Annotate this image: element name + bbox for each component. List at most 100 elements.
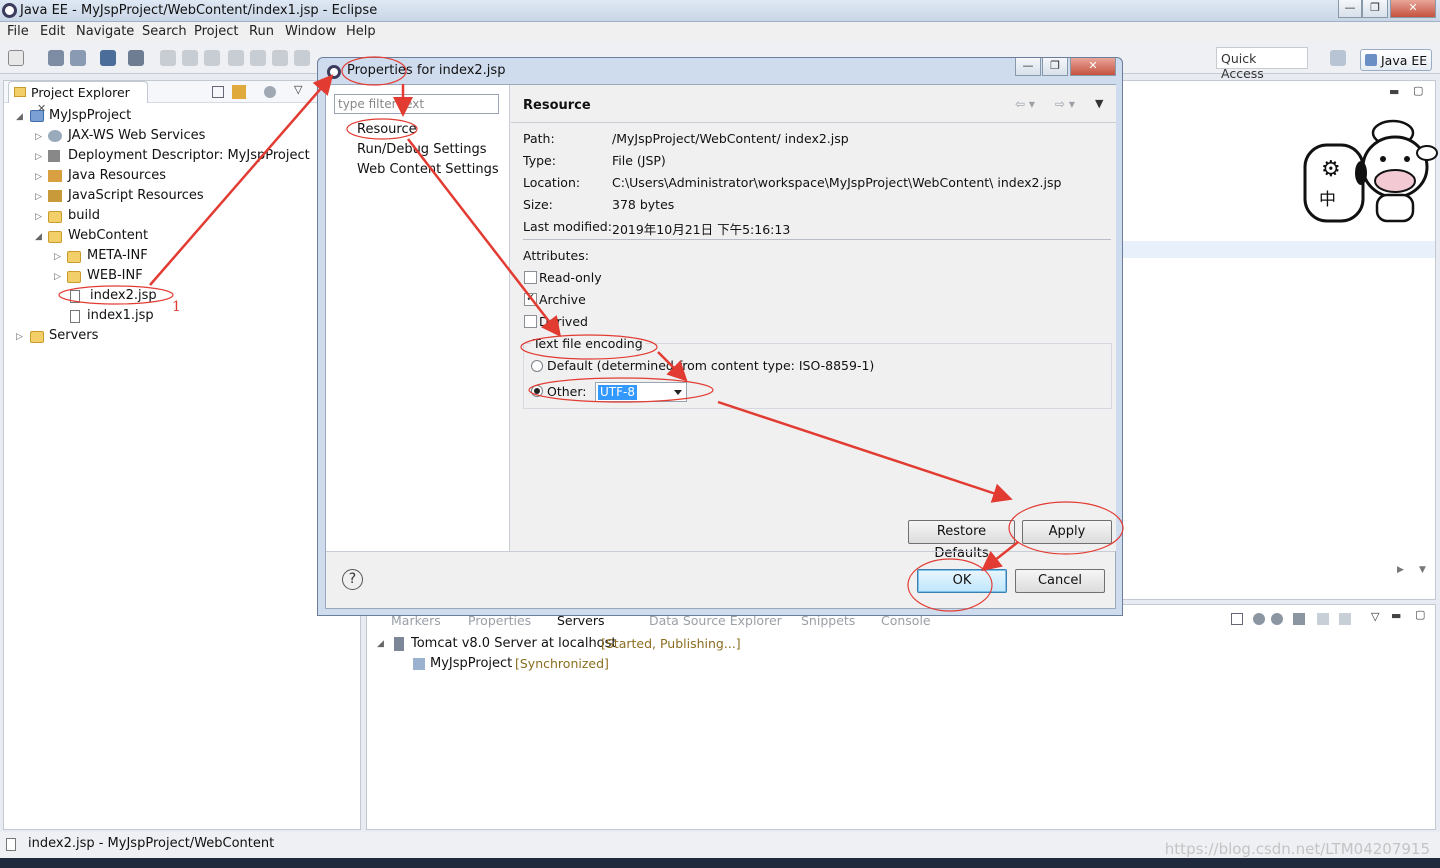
- menu-help[interactable]: Help: [346, 24, 376, 39]
- menu-navigate[interactable]: Navigate: [76, 24, 134, 39]
- tree-item-java-resources[interactable]: Java Resources: [68, 168, 166, 183]
- filter-input[interactable]: type filter text: [334, 94, 499, 114]
- derived-label: Derived: [539, 314, 588, 329]
- tree-item-servers[interactable]: Servers: [49, 328, 98, 343]
- module-icon: [413, 658, 425, 670]
- disconnect-icon[interactable]: [228, 50, 244, 66]
- new-icon[interactable]: [8, 50, 24, 66]
- dialog-maximize-button[interactable]: ❐: [1042, 58, 1068, 76]
- cow-nose: [1374, 169, 1416, 193]
- restore-defaults-button[interactable]: Restore Defaults: [908, 520, 1015, 561]
- cancel-button[interactable]: Cancel: [1015, 569, 1105, 593]
- skip-breakpoints-icon[interactable]: [128, 50, 144, 66]
- profile-server-icon[interactable]: [1293, 613, 1305, 625]
- open-perspective-icon[interactable]: [1330, 50, 1346, 66]
- os-taskbar: [0, 858, 1440, 868]
- step-into-icon[interactable]: [250, 50, 266, 66]
- project-explorer-view: Project Explorer ✕ ▽ ◢ MyJspProject ▷ JA…: [3, 80, 361, 830]
- menu-project[interactable]: Project: [194, 24, 238, 39]
- collapse-arrow-icon[interactable]: ▷: [16, 332, 23, 342]
- minimize-view-icon[interactable]: ▬: [1391, 609, 1401, 622]
- tree-item-build[interactable]: build: [68, 208, 100, 223]
- server-name[interactable]: Tomcat v8.0 Server at localhost: [411, 636, 617, 651]
- expand-arrow-icon[interactable]: ◢: [377, 639, 384, 649]
- scroll-right-icon[interactable]: ▶: [1397, 565, 1404, 575]
- encoding-combo[interactable]: UTF-8: [595, 382, 687, 402]
- menu-search[interactable]: Search: [142, 24, 187, 39]
- debug-server-icon[interactable]: [1253, 613, 1265, 625]
- module-status: [Synchronized]: [515, 656, 609, 671]
- chevron-down-icon[interactable]: ▽: [294, 83, 302, 96]
- collapse-arrow-icon[interactable]: ▷: [54, 272, 61, 282]
- tree-item-javascript-resources[interactable]: JavaScript Resources: [68, 188, 204, 203]
- suspend-icon[interactable]: [182, 50, 198, 66]
- minimize-view-icon[interactable]: ▬: [1389, 85, 1399, 98]
- scroll-down-icon[interactable]: ▼: [1419, 565, 1426, 575]
- view-menu-icon[interactable]: [264, 86, 276, 98]
- page-heading: Resource: [523, 98, 591, 113]
- quick-access-field[interactable]: Quick Access: [1216, 47, 1308, 81]
- tab-project-explorer[interactable]: Project Explorer ✕: [8, 81, 148, 115]
- console-icon[interactable]: [100, 50, 116, 66]
- collapse-arrow-icon[interactable]: ▷: [35, 152, 42, 162]
- minimize-button[interactable]: —: [1338, 0, 1362, 18]
- nav-run-debug-settings[interactable]: Run/Debug Settings: [357, 142, 487, 157]
- read-only-checkbox[interactable]: [524, 271, 537, 284]
- dialog-minimize-button[interactable]: —: [1015, 58, 1041, 76]
- save-icon[interactable]: [48, 50, 64, 66]
- collapse-all-icon[interactable]: [1231, 613, 1243, 625]
- collapse-arrow-icon[interactable]: ▷: [35, 172, 42, 182]
- step-over-icon[interactable]: [272, 50, 288, 66]
- archive-checkbox[interactable]: ✓: [524, 291, 537, 306]
- properties-dialog: Properties for index2.jsp — ❐ ✕ type fil…: [317, 57, 1123, 616]
- terminate-icon[interactable]: [204, 50, 220, 66]
- chevron-down-icon[interactable]: ▼: [1095, 97, 1103, 110]
- apply-button[interactable]: Apply: [1022, 520, 1112, 544]
- menu-file[interactable]: File: [7, 24, 29, 39]
- tree-item-myjspproject[interactable]: MyJspProject: [49, 108, 131, 123]
- close-window-button[interactable]: ✕: [1390, 0, 1436, 18]
- stop-server-icon[interactable]: [1317, 613, 1329, 625]
- resume-icon[interactable]: [160, 50, 176, 66]
- collapse-arrow-icon[interactable]: ▷: [35, 212, 42, 222]
- expand-arrow-icon[interactable]: ◢: [16, 112, 23, 122]
- module-name[interactable]: MyJspProject: [430, 656, 512, 671]
- derived-checkbox[interactable]: [524, 315, 537, 328]
- collapse-arrow-icon[interactable]: ▷: [35, 192, 42, 202]
- forward-arrow-icon[interactable]: ⇨ ▾: [1055, 97, 1075, 111]
- tree-item-index1-jsp[interactable]: index1.jsp: [87, 308, 154, 323]
- tree-item-index2-jsp[interactable]: index2.jsp: [90, 288, 157, 303]
- maximize-view-icon[interactable]: ▢: [1413, 84, 1423, 97]
- nav-resource[interactable]: Resource: [357, 122, 417, 137]
- nav-web-content-settings[interactable]: Web Content Settings: [357, 162, 499, 177]
- start-server-icon[interactable]: [1271, 613, 1283, 625]
- collapse-all-icon[interactable]: [212, 86, 224, 98]
- link-with-editor-icon[interactable]: [232, 85, 246, 99]
- save-all-icon[interactable]: [70, 50, 86, 66]
- collapse-arrow-icon[interactable]: ▷: [54, 252, 61, 262]
- folder-icon: [48, 211, 62, 223]
- help-icon[interactable]: ?: [342, 569, 363, 590]
- tree-item-deployment-descriptor[interactable]: Deployment Descriptor: MyJspProject: [68, 148, 310, 163]
- collapse-arrow-icon[interactable]: ▷: [35, 132, 42, 142]
- maximize-view-icon[interactable]: ▢: [1415, 608, 1425, 621]
- java-ee-perspective-label: Java EE: [1381, 53, 1428, 68]
- java-ee-perspective-button[interactable]: Java EE: [1360, 49, 1432, 71]
- menu-window[interactable]: Window: [285, 24, 336, 39]
- dialog-close-button[interactable]: ✕: [1070, 58, 1116, 76]
- tree-item-jaxws[interactable]: JAX-WS Web Services: [68, 128, 205, 143]
- ok-button[interactable]: OK: [917, 569, 1007, 593]
- chevron-down-icon[interactable]: ▽: [1371, 610, 1379, 623]
- step-return-icon[interactable]: [294, 50, 310, 66]
- menu-run[interactable]: Run: [249, 24, 274, 39]
- menu-edit[interactable]: Edit: [40, 24, 65, 39]
- back-arrow-icon[interactable]: ⇦ ▾: [1015, 97, 1035, 111]
- maximize-button[interactable]: ❐: [1362, 0, 1388, 18]
- tree-item-web-inf[interactable]: WEB-INF: [87, 268, 143, 283]
- default-encoding-radio[interactable]: [531, 360, 543, 372]
- expand-arrow-icon[interactable]: ◢: [35, 232, 42, 242]
- publish-server-icon[interactable]: [1339, 613, 1351, 625]
- other-encoding-radio[interactable]: [531, 385, 543, 397]
- tree-item-webcontent[interactable]: WebContent: [68, 228, 148, 243]
- tree-item-meta-inf[interactable]: META-INF: [87, 248, 148, 263]
